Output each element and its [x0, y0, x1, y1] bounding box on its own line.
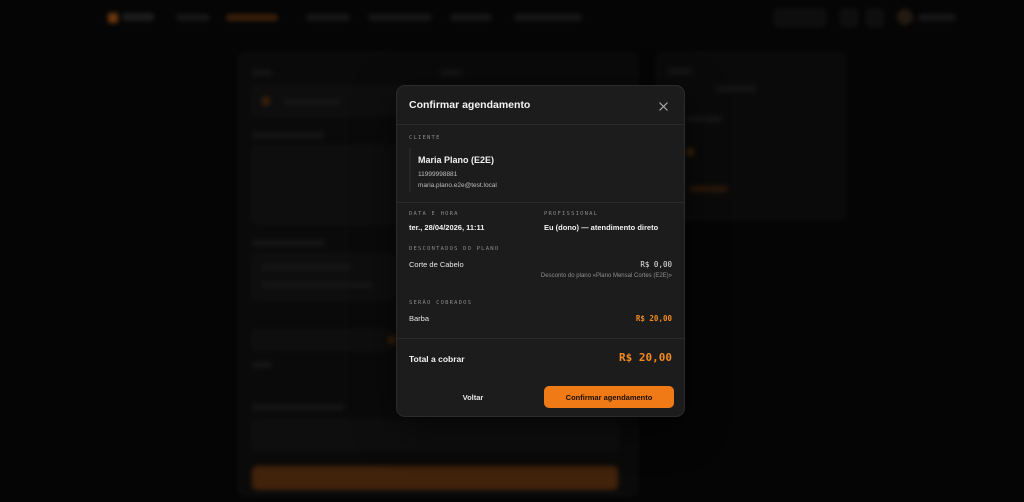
client-email: maria.plano.e2e@test.local: [418, 182, 497, 189]
datetime-label: DATA E HORA: [409, 211, 459, 217]
background-text: [686, 116, 722, 122]
background-field: [252, 420, 618, 450]
background-icon: [388, 336, 396, 344]
professional-label: PROFISSIONAL: [544, 211, 599, 217]
background-text: [284, 99, 340, 105]
background-text: [716, 86, 756, 92]
background-nav-item: [918, 14, 956, 21]
discount-service-name: Corte de Cabelo: [409, 260, 464, 269]
charged-service-name: Barba: [409, 314, 430, 323]
background-icon: [686, 148, 694, 156]
background-label: [252, 132, 324, 138]
background-nav-item: [514, 14, 582, 21]
background-service-list: [252, 254, 394, 300]
background-label: [252, 240, 326, 246]
background-label: [252, 404, 344, 410]
charged-label: SERÃO COBRADOS: [409, 300, 473, 306]
close-icon: [658, 101, 668, 111]
total-divider: [397, 338, 684, 339]
back-button[interactable]: Voltar: [409, 386, 537, 408]
background-logo: [122, 13, 154, 21]
modal-title: Confirmar agendamento: [409, 99, 531, 111]
background-logo-icon: [108, 13, 118, 23]
client-name: Maria Plano (E2E): [418, 155, 495, 165]
background-field: [252, 330, 394, 350]
background-label: [440, 70, 462, 76]
background-nav-button: [774, 9, 826, 27]
close-button[interactable]: [655, 98, 671, 114]
background-price: [690, 186, 728, 192]
background-avatar: [897, 9, 913, 25]
background-nav-item: [450, 14, 492, 21]
client-phone: 11999998881: [418, 171, 458, 178]
client-section-label: CLIENTE: [409, 135, 441, 141]
background-text: [262, 282, 374, 288]
background-icon: [262, 97, 270, 105]
total-value: R$ 20,00: [619, 351, 672, 364]
confirm-booking-modal: Confirmar agendamento CLIENTE Maria Plan…: [396, 85, 685, 417]
datetime-value: ter., 28/04/2026, 11:11: [409, 223, 485, 232]
discount-note: Desconto do plano «Plano Mensal Cortes (…: [540, 273, 672, 279]
background-nav-item-active: [226, 14, 278, 21]
client-card: Maria Plano (E2E) 11999998881 maria.plan…: [409, 148, 674, 192]
background-submit-button: [252, 466, 618, 490]
background-nav-button: [866, 9, 884, 27]
professional-value: Eu (dono) — atendimento direto: [544, 223, 659, 232]
background-nav-item: [176, 14, 210, 21]
background-label: [252, 70, 272, 76]
background-nav-item: [368, 14, 432, 21]
background-nav-item: [306, 14, 350, 21]
discount-service-price: R$ 0,00: [640, 260, 672, 269]
client-divider: [397, 202, 684, 203]
background-label: [668, 68, 692, 74]
total-label: Total a cobrar: [409, 354, 465, 364]
charged-service-price: R$ 20,00: [635, 314, 672, 323]
background-text: [262, 264, 352, 270]
confirm-booking-button[interactable]: Confirmar agendamento: [544, 386, 674, 408]
header-divider: [397, 124, 684, 125]
background-label: [252, 362, 272, 368]
background-navbar: [0, 0, 1024, 36]
plan-discounts-label: DESCONTADOS DO PLANO: [409, 246, 500, 252]
background-nav-button: [840, 9, 858, 27]
